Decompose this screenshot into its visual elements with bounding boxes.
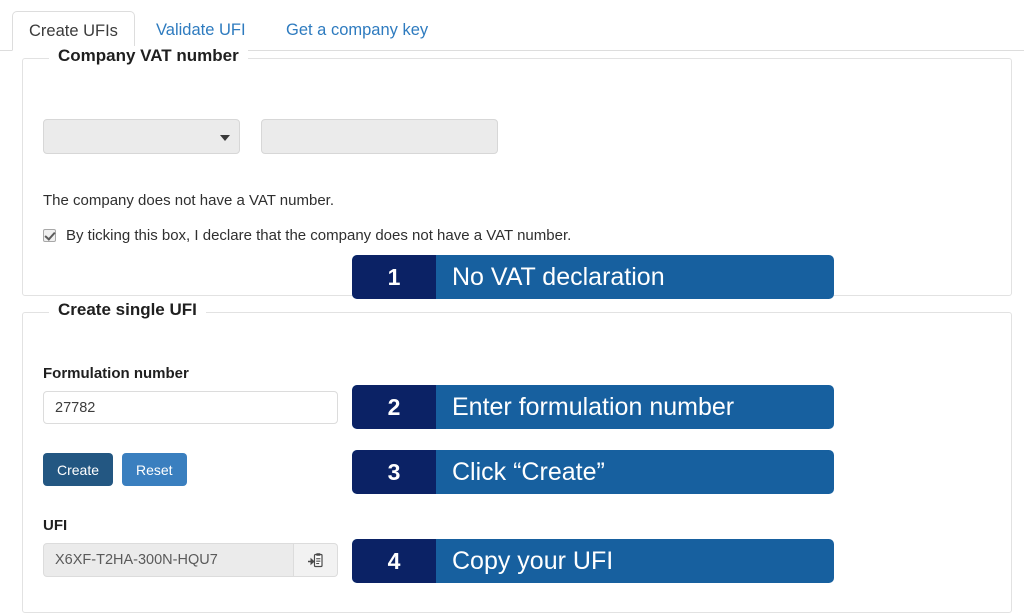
callout-number-3: 3 bbox=[352, 450, 436, 494]
callout-number-1: 1 bbox=[352, 255, 436, 299]
tab-get-company-key[interactable]: Get a company key bbox=[270, 11, 444, 51]
no-vat-declaration-row[interactable]: By ticking this box, I declare that the … bbox=[43, 227, 571, 244]
tab-create-ufis-label: Create UFIs bbox=[29, 22, 118, 40]
tab-create-ufis[interactable]: Create UFIs bbox=[12, 11, 135, 51]
callout-text-1: No VAT declaration bbox=[452, 262, 665, 291]
tab-get-company-key-label: Get a company key bbox=[286, 21, 429, 39]
callout-banner-1: 1 No VAT declaration bbox=[352, 255, 834, 299]
tab-validate-ufi[interactable]: Validate UFI bbox=[140, 11, 262, 51]
tab-strip: Create UFIs Validate UFI Get a company k… bbox=[0, 11, 1024, 51]
create-button[interactable]: Create bbox=[43, 453, 114, 486]
no-vat-statement: The company does not have a VAT number. bbox=[43, 192, 335, 209]
clipboard-copy-icon bbox=[308, 552, 323, 567]
callout-number-2: 2 bbox=[352, 385, 436, 429]
company-vat-number-legend: Company VAT number bbox=[49, 46, 248, 66]
ufi-output-group bbox=[43, 543, 338, 577]
formulation-number-label: Formulation number bbox=[43, 365, 189, 382]
tab-validate-ufi-label: Validate UFI bbox=[156, 21, 246, 39]
callout-number-4: 4 bbox=[352, 539, 436, 583]
create-single-ufi-legend: Create single UFI bbox=[49, 300, 206, 320]
no-vat-declaration-checkbox[interactable] bbox=[43, 229, 56, 242]
vat-number-input[interactable] bbox=[261, 119, 498, 154]
no-vat-declaration-label: By ticking this box, I declare that the … bbox=[66, 227, 572, 244]
formulation-number-input[interactable] bbox=[43, 391, 338, 424]
vat-country-select[interactable] bbox=[43, 119, 240, 154]
callout-banner-3: 3 Click “Create” bbox=[352, 450, 834, 494]
callout-text-4: Copy your UFI bbox=[452, 546, 614, 575]
ufi-output-input[interactable] bbox=[43, 543, 294, 577]
callout-text-3: Click “Create” bbox=[452, 457, 605, 486]
callout-banner-4: 4 Copy your UFI bbox=[352, 539, 834, 583]
ufi-label: UFI bbox=[43, 517, 68, 534]
callout-banner-2: 2 Enter formulation number bbox=[352, 385, 834, 429]
chevron-down-icon bbox=[220, 134, 230, 141]
copy-ufi-button[interactable] bbox=[294, 543, 338, 577]
reset-button[interactable]: Reset bbox=[122, 453, 187, 486]
callout-text-2: Enter formulation number bbox=[452, 392, 735, 421]
